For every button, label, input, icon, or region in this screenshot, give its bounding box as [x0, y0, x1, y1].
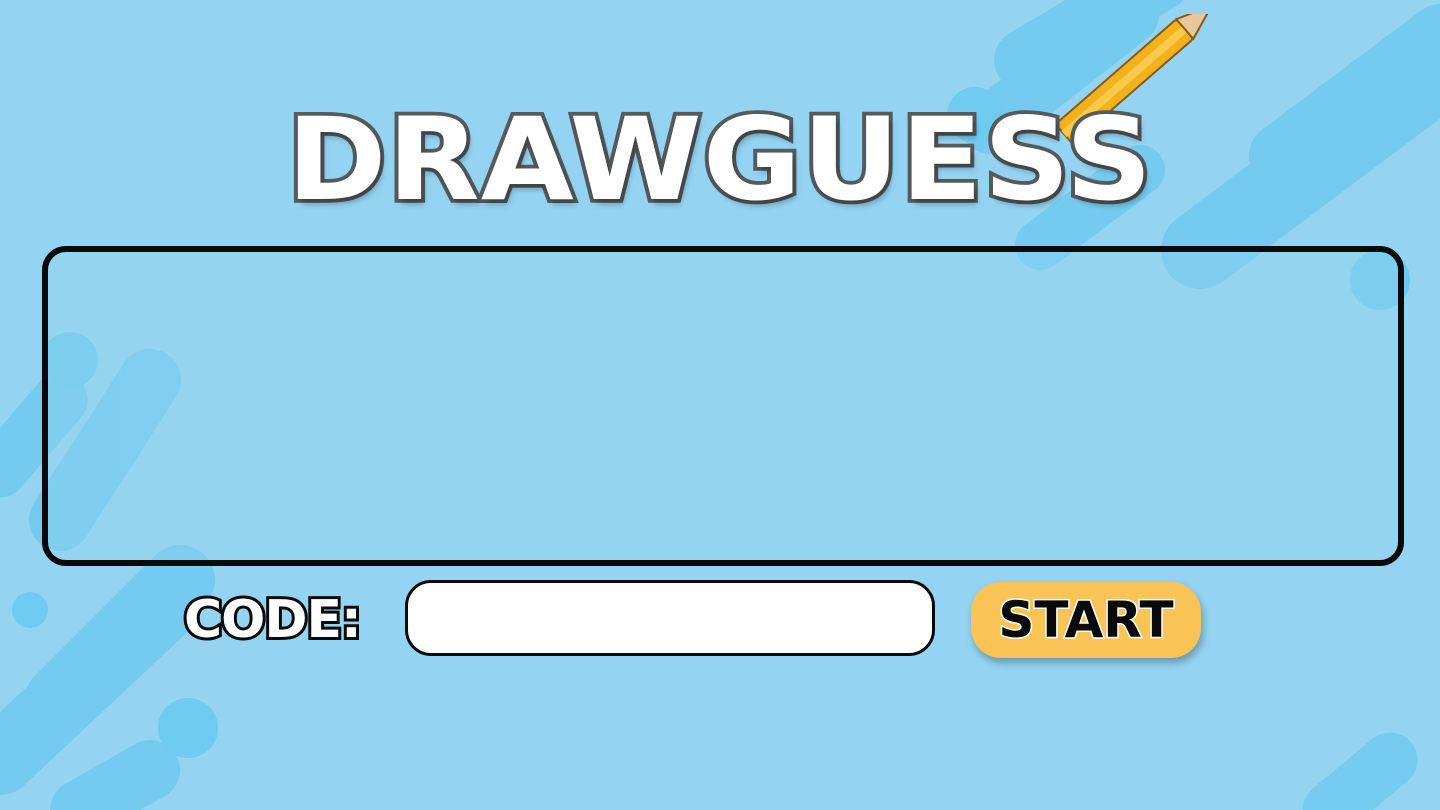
game-title: DRAWGUESS [283, 94, 1156, 227]
drawing-board [42, 246, 1404, 566]
code-label: CODE: [181, 587, 365, 653]
start-button[interactable]: START [971, 582, 1201, 658]
code-input[interactable] [405, 580, 935, 656]
